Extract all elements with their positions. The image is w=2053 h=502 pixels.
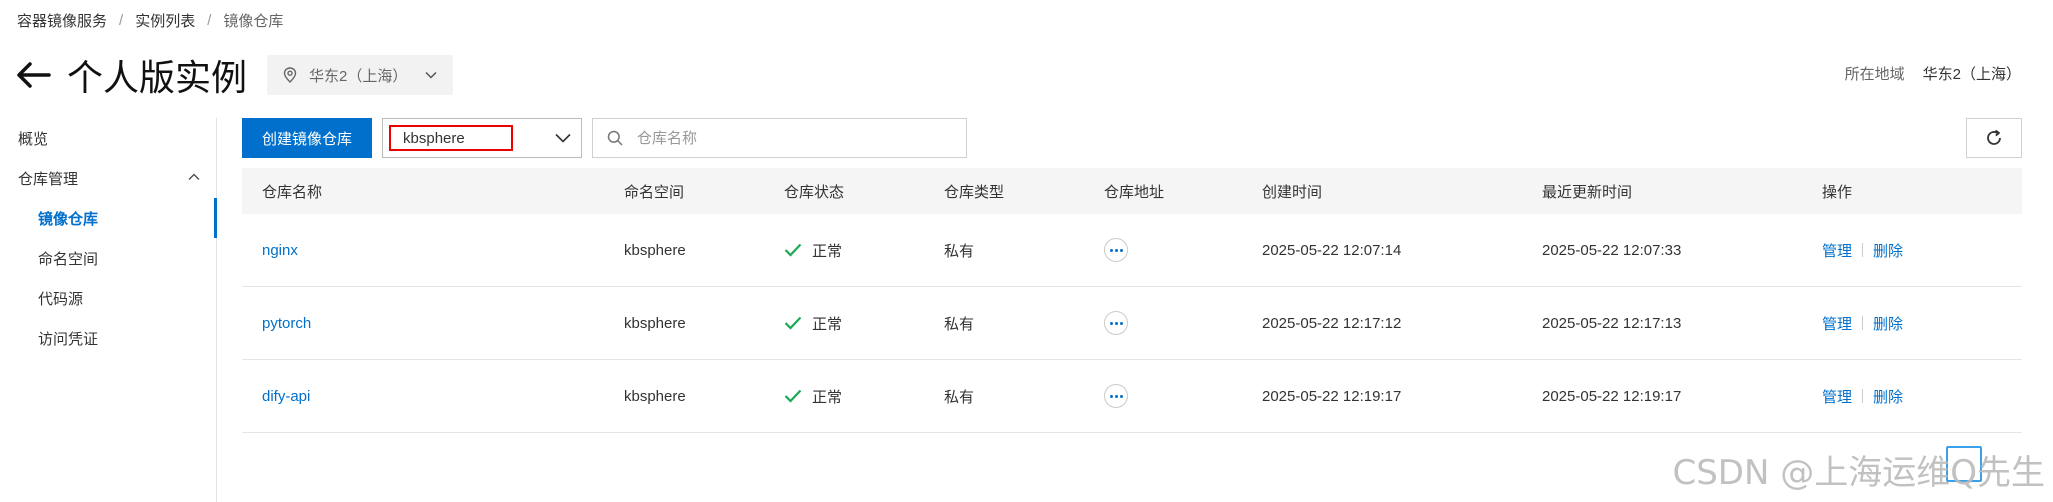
type-cell: 私有 [944, 315, 975, 333]
status-cell: 正常 [784, 313, 924, 334]
refresh-button[interactable] [1966, 118, 2022, 158]
repo-name-link[interactable]: pytorch [262, 315, 311, 332]
chevron-up-icon [188, 173, 200, 181]
check-icon [784, 389, 802, 403]
refresh-icon [1987, 129, 2001, 145]
create-repo-button[interactable]: 创建镜像仓库 [242, 118, 373, 158]
sidebar-item-label: 仓库管理 [18, 170, 79, 188]
location-pin-icon [283, 67, 297, 83]
sidebar-item-repo-management[interactable]: 仓库管理 [0, 158, 216, 198]
back-arrow-icon[interactable] [15, 60, 51, 90]
manage-link[interactable]: 管理 [1822, 240, 1852, 261]
breadcrumb: 容器镜像服务 / 实例列表 / 镜像仓库 [17, 10, 283, 31]
updated-time-cell: 2025-05-22 12:19:17 [1542, 387, 1682, 405]
table-row: dify-api kbsphere 正常 私有 2025-05-22 12:19… [242, 360, 2022, 433]
breadcrumb-item-instances[interactable]: 实例列表 [135, 10, 195, 31]
repo-table: 仓库名称 命名空间 仓库状态 仓库类型 仓库地址 创建时间 最近更新时间 操作 … [242, 168, 2022, 433]
region-info-label: 所在地域 [1844, 66, 1905, 83]
more-options-icon[interactable] [1104, 384, 1128, 408]
column-header: 操作 [1822, 183, 1853, 201]
sidebar-item-label: 命名空间 [38, 250, 99, 268]
status-cell: 正常 [784, 386, 924, 407]
column-header: 命名空间 [624, 183, 685, 201]
divider [1862, 389, 1864, 403]
manage-link[interactable]: 管理 [1822, 386, 1852, 407]
type-cell: 私有 [944, 242, 975, 260]
column-header: 创建时间 [1262, 183, 1323, 201]
delete-link[interactable]: 删除 [1873, 313, 1903, 334]
type-cell: 私有 [944, 388, 975, 406]
search-icon [607, 130, 623, 146]
namespace-select[interactable]: kbsphere [382, 118, 583, 158]
check-icon [784, 316, 802, 330]
column-header: 仓库状态 [784, 183, 845, 201]
breadcrumb-separator: / [207, 12, 212, 29]
created-time-cell: 2025-05-22 12:19:17 [1262, 387, 1402, 405]
delete-link[interactable]: 删除 [1873, 386, 1903, 407]
sidebar-item-label: 镜像仓库 [38, 210, 99, 228]
divider [1862, 316, 1864, 330]
region-info-value: 华东2（上海） [1922, 66, 2021, 83]
delete-link[interactable]: 删除 [1873, 240, 1903, 261]
repo-name-link[interactable]: nginx [262, 242, 298, 259]
manage-link[interactable]: 管理 [1822, 313, 1852, 334]
sidebar: 概览 仓库管理 镜像仓库 命名空间 代码源 访问凭证 [0, 118, 217, 502]
region-info: 所在地域 华东2（上海） [1845, 63, 2021, 84]
chevron-down-icon [425, 71, 437, 79]
region-select-value: 华东2（上海） [309, 67, 408, 85]
sidebar-item-overview[interactable]: 概览 [0, 118, 216, 158]
created-time-cell: 2025-05-22 12:17:12 [1262, 314, 1402, 332]
repo-name-link[interactable]: dify-api [262, 388, 310, 405]
sidebar-item-namespaces[interactable]: 命名空间 [0, 238, 216, 278]
breadcrumb-item-current: 镜像仓库 [223, 13, 284, 30]
check-icon [784, 243, 802, 257]
sidebar-item-label: 概览 [18, 130, 49, 148]
title-row: 个人版实例 华东2（上海） [15, 52, 454, 99]
more-options-icon[interactable] [1104, 238, 1128, 262]
table-row: nginx kbsphere 正常 私有 2025-05-22 12:07:14… [242, 214, 2022, 287]
namespace-cell: kbsphere [624, 241, 686, 259]
namespace-cell: kbsphere [624, 387, 686, 405]
namespace-cell: kbsphere [624, 314, 686, 332]
sidebar-item-label: 访问凭证 [38, 330, 99, 348]
namespace-select-value: kbsphere [389, 125, 514, 151]
divider [1862, 243, 1864, 257]
status-text: 正常 [812, 242, 843, 260]
updated-time-cell: 2025-05-22 12:17:13 [1542, 314, 1682, 332]
chevron-down-icon [555, 133, 571, 143]
sidebar-item-code-source[interactable]: 代码源 [0, 278, 216, 318]
created-time-cell: 2025-05-22 12:07:14 [1262, 241, 1402, 259]
status-text: 正常 [812, 315, 843, 333]
updated-time-cell: 2025-05-22 12:07:33 [1542, 241, 1682, 259]
more-options-icon[interactable] [1104, 311, 1128, 335]
sidebar-item-label: 代码源 [38, 290, 84, 308]
table-row: pytorch kbsphere 正常 私有 2025-05-22 12:17:… [242, 287, 2022, 360]
region-select[interactable]: 华东2（上海） [267, 55, 454, 95]
column-header: 仓库名称 [262, 183, 323, 201]
table-header: 仓库名称 命名空间 仓库状态 仓库类型 仓库地址 创建时间 最近更新时间 操作 [242, 168, 2022, 214]
breadcrumb-item-service[interactable]: 容器镜像服务 [17, 10, 107, 31]
status-text: 正常 [812, 388, 843, 406]
sidebar-item-image-repos[interactable]: 镜像仓库 [0, 198, 217, 238]
column-header: 最近更新时间 [1542, 183, 1633, 201]
search-box [592, 118, 968, 158]
sidebar-item-credentials[interactable]: 访问凭证 [0, 318, 216, 358]
column-header: 仓库地址 [1104, 183, 1165, 201]
search-input[interactable] [637, 129, 938, 147]
breadcrumb-separator: / [119, 12, 124, 29]
page-title: 个人版实例 [67, 58, 248, 99]
column-header: 仓库类型 [944, 183, 1005, 201]
watermark: CSDN @上海运维Q先生 [1672, 453, 2045, 493]
status-cell: 正常 [784, 240, 924, 261]
toolbar: 创建镜像仓库 kbsphere [242, 118, 968, 158]
